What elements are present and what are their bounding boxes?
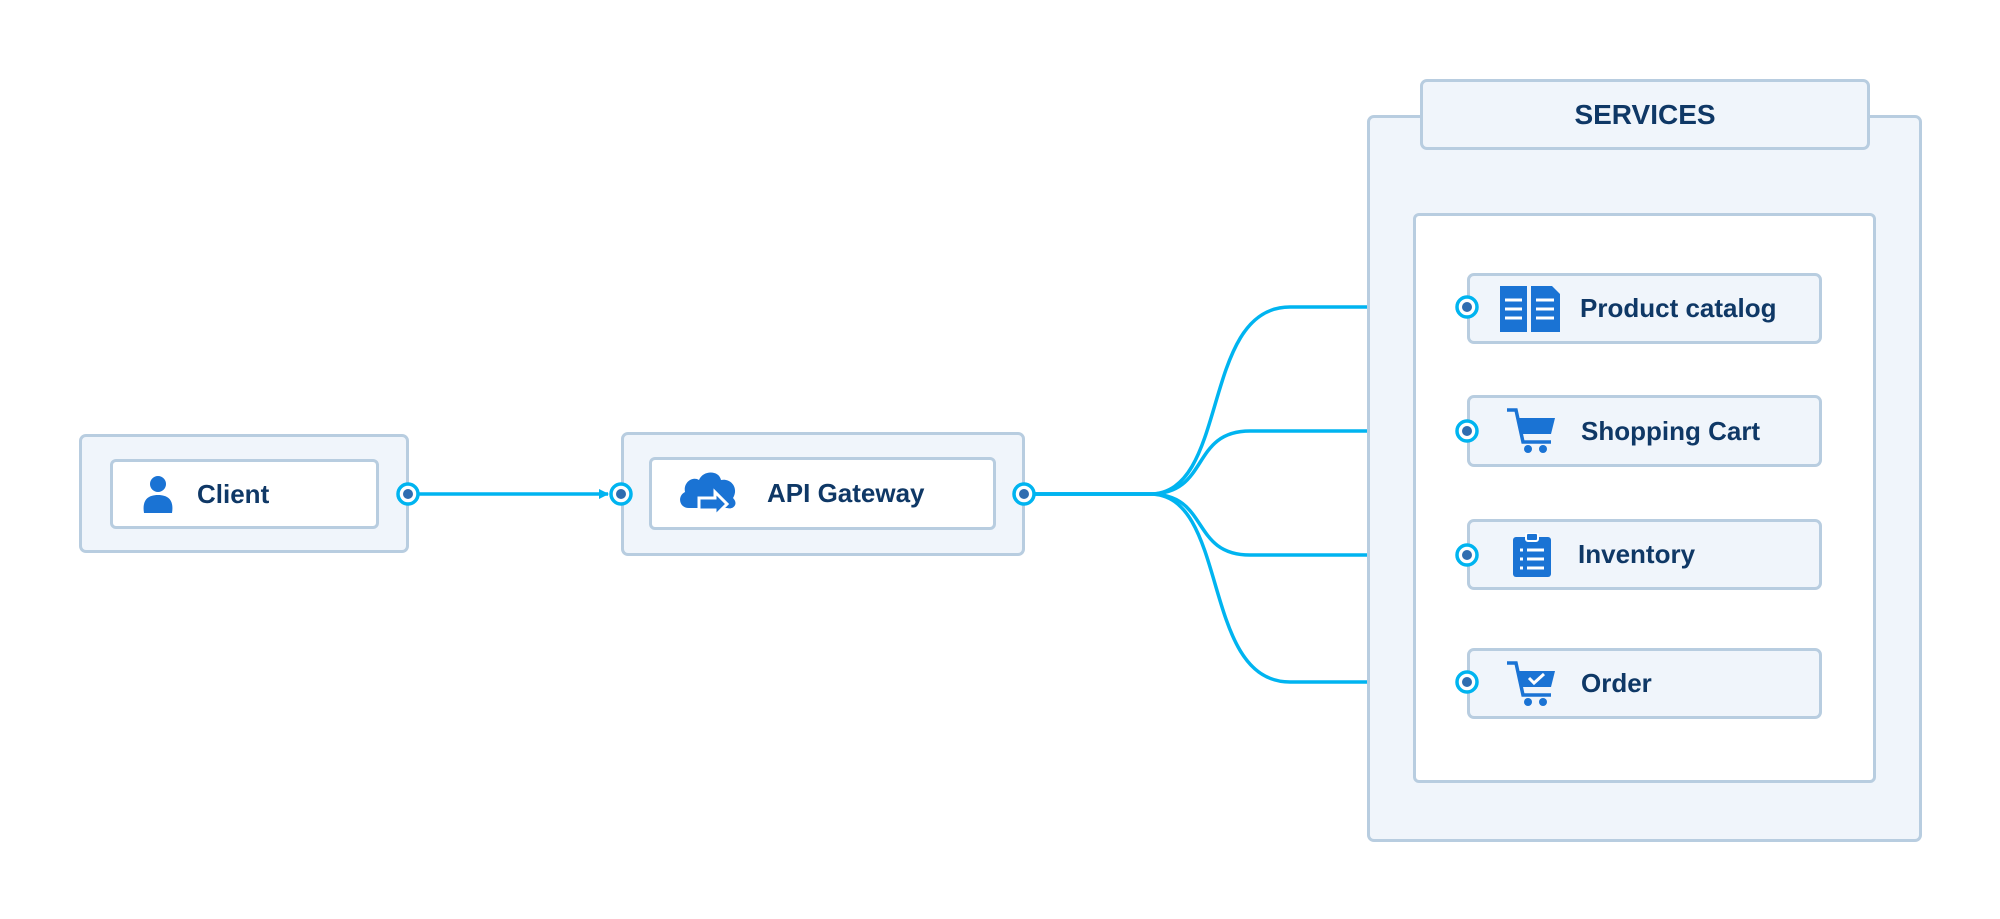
ports [396, 295, 1479, 694]
